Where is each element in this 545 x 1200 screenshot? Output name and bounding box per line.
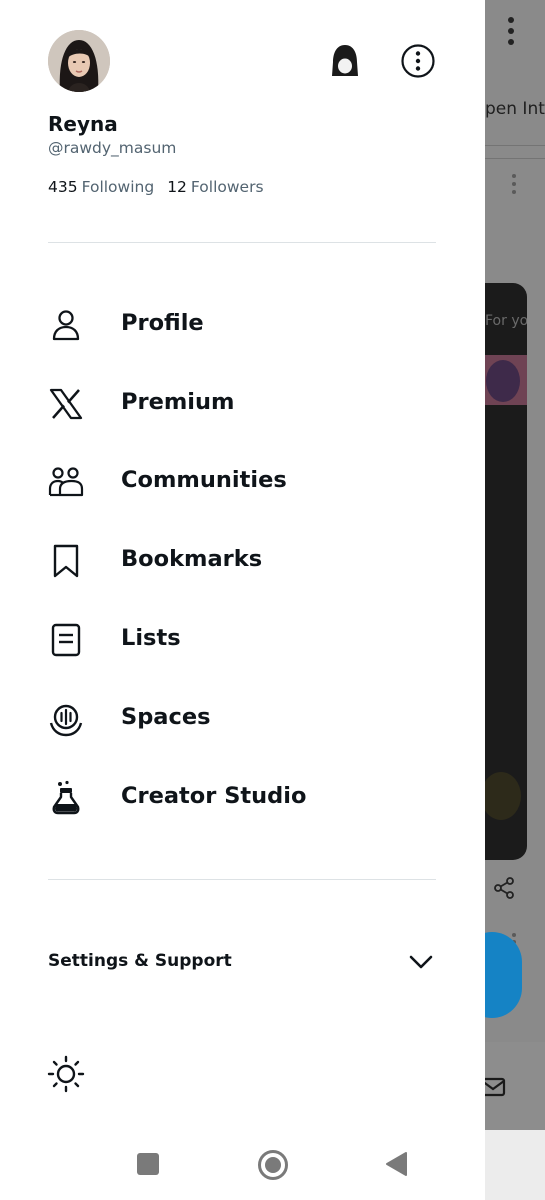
followers-label: Followers (190, 178, 264, 196)
followers-link[interactable]: 12 Followers (167, 178, 263, 196)
sun-icon[interactable] (47, 1055, 85, 1093)
menu-item-label: Premium (121, 389, 235, 415)
following-label: Following (81, 178, 155, 196)
background-card-label: For yo (485, 313, 527, 329)
menu-item-label: Bookmarks (121, 546, 263, 572)
spaces-icon (49, 704, 83, 737)
background-more-icon (508, 17, 514, 45)
background-divider (485, 158, 545, 159)
following-link[interactable]: 435 Following (48, 178, 154, 196)
home-button[interactable] (257, 1149, 289, 1181)
background-share-icon (494, 877, 514, 899)
flask-icon (52, 780, 80, 815)
menu-item-label: Profile (121, 310, 204, 336)
communities-icon (48, 467, 84, 497)
menu-item-lists[interactable]: Lists (0, 605, 485, 675)
display-name[interactable]: Reyna (48, 112, 118, 136)
user-handle: @rawdy_masum (48, 139, 177, 157)
divider (48, 242, 436, 243)
menu-item-creator-studio[interactable]: Creator Studio (0, 763, 485, 833)
system-nav-bar (0, 1130, 545, 1200)
menu-item-label: Lists (121, 625, 181, 651)
menu-item-profile[interactable]: Profile (0, 290, 485, 360)
account-switch-icon[interactable] (327, 42, 363, 80)
avatar-image (48, 30, 110, 92)
list-icon (51, 623, 81, 657)
settings-support-label: Settings & Support (48, 951, 232, 971)
more-options-icon[interactable] (399, 42, 437, 80)
follow-stats: 435 Following 12 Followers (48, 178, 264, 196)
menu-item-bookmarks[interactable]: Bookmarks (0, 526, 485, 596)
menu-item-label: Communities (121, 467, 287, 493)
menu-item-premium[interactable]: Premium (0, 369, 485, 439)
chevron-down-icon (409, 955, 433, 969)
bookmark-icon (53, 544, 79, 578)
menu-item-label: Creator Studio (121, 783, 307, 809)
settings-support-toggle[interactable]: Settings & Support (0, 935, 485, 989)
system-nav-bar-dimmed (485, 1130, 545, 1200)
menu-item-communities[interactable]: Communities (0, 447, 485, 517)
navigation-drawer: Reyna @rawdy_masum 435 Following 12 Followe… (0, 0, 485, 1130)
background-post-more-icon (512, 174, 516, 194)
back-button[interactable] (384, 1151, 408, 1177)
background-card-badge (481, 772, 521, 820)
background-card-avatar (486, 360, 520, 402)
following-count: 435 (48, 178, 78, 196)
recents-button[interactable] (137, 1153, 159, 1175)
background-divider (485, 145, 545, 146)
menu-item-spaces[interactable]: Spaces (0, 684, 485, 754)
person-icon (52, 310, 80, 341)
background-tab-label: pen Intel (485, 99, 545, 119)
menu-item-label: Spaces (121, 704, 211, 730)
followers-count: 12 (167, 178, 187, 196)
avatar[interactable] (48, 30, 110, 92)
divider (48, 879, 436, 880)
x-logo-icon (49, 388, 83, 420)
